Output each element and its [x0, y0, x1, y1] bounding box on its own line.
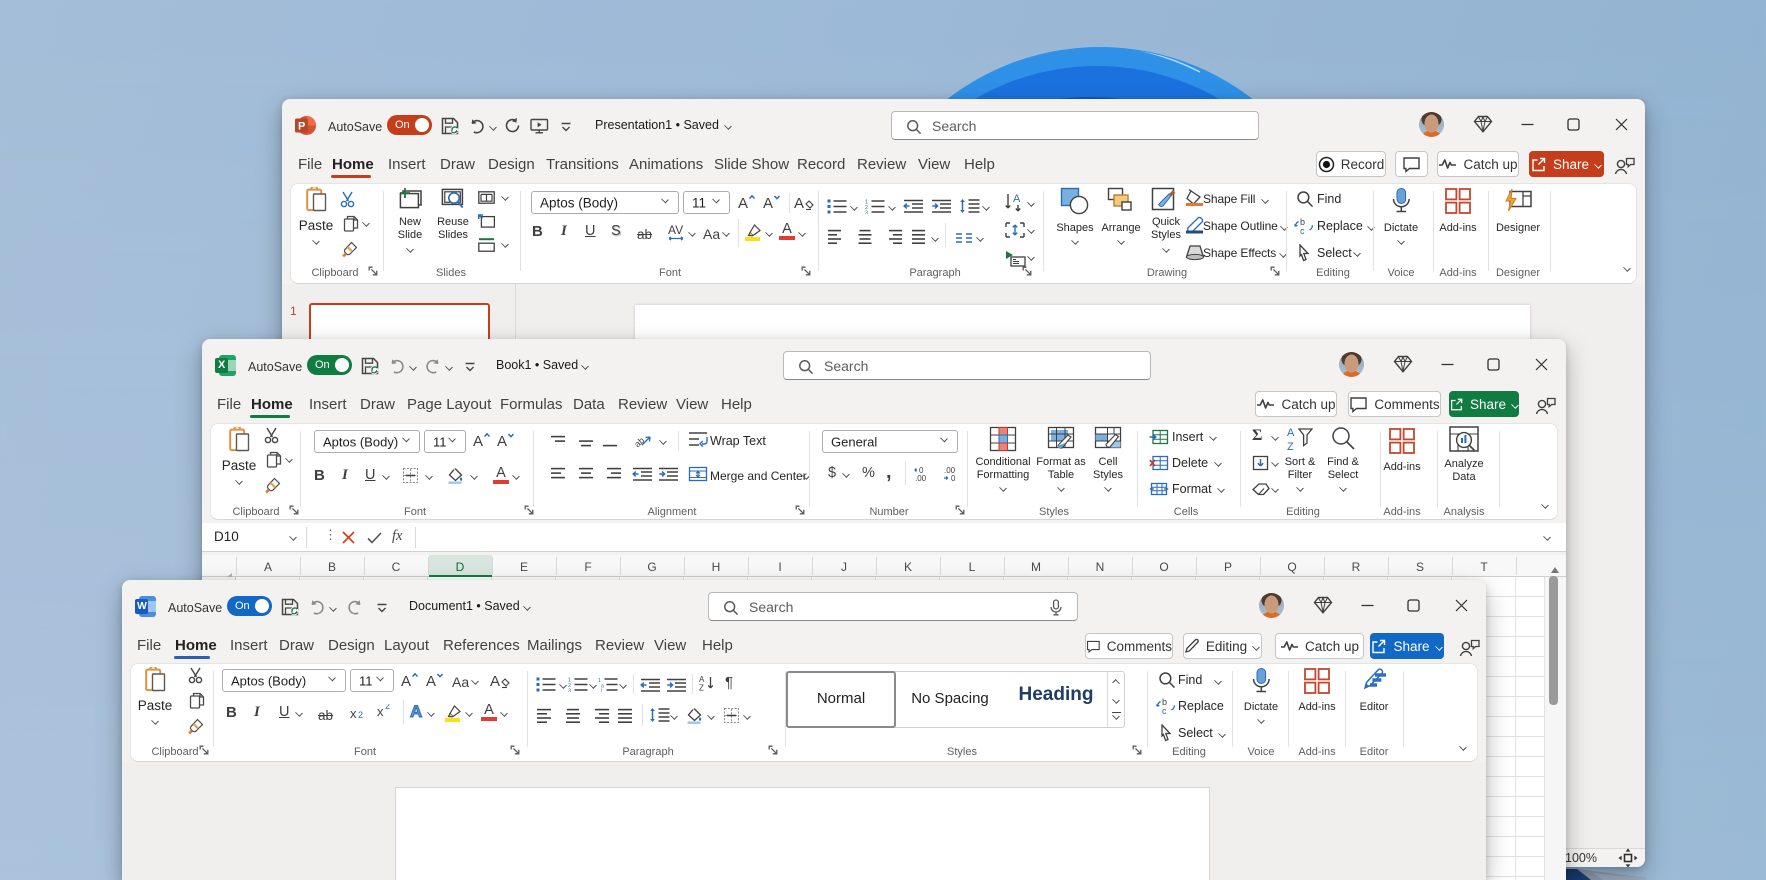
- svg-text:Z: Z: [699, 684, 704, 691]
- svg-text:A: A: [401, 673, 411, 690]
- svg-text:A: A: [473, 433, 483, 450]
- svg-text:2: 2: [358, 710, 363, 720]
- svg-text:A: A: [497, 433, 507, 450]
- svg-text:Z: Z: [1287, 441, 1294, 452]
- svg-text:A: A: [490, 673, 500, 690]
- svg-text:2: 2: [385, 704, 390, 711]
- svg-text:x: x: [377, 704, 384, 719]
- svg-text:.00: .00: [915, 474, 927, 482]
- svg-text:A: A: [1013, 193, 1021, 205]
- svg-text:c: c: [1162, 706, 1167, 715]
- svg-text:A: A: [763, 195, 773, 212]
- svg-text:A: A: [426, 673, 436, 690]
- svg-text:AV: AV: [668, 223, 683, 237]
- svg-text:c: c: [1300, 226, 1305, 235]
- svg-text:A: A: [794, 195, 804, 212]
- svg-text:A: A: [1287, 427, 1295, 439]
- svg-text:A: A: [738, 195, 748, 212]
- svg-text:3: 3: [568, 688, 571, 692]
- svg-text:3: 3: [865, 210, 868, 214]
- svg-text:i: i: [601, 688, 602, 692]
- svg-text:0: 0: [951, 474, 956, 482]
- svg-text:x: x: [350, 706, 357, 721]
